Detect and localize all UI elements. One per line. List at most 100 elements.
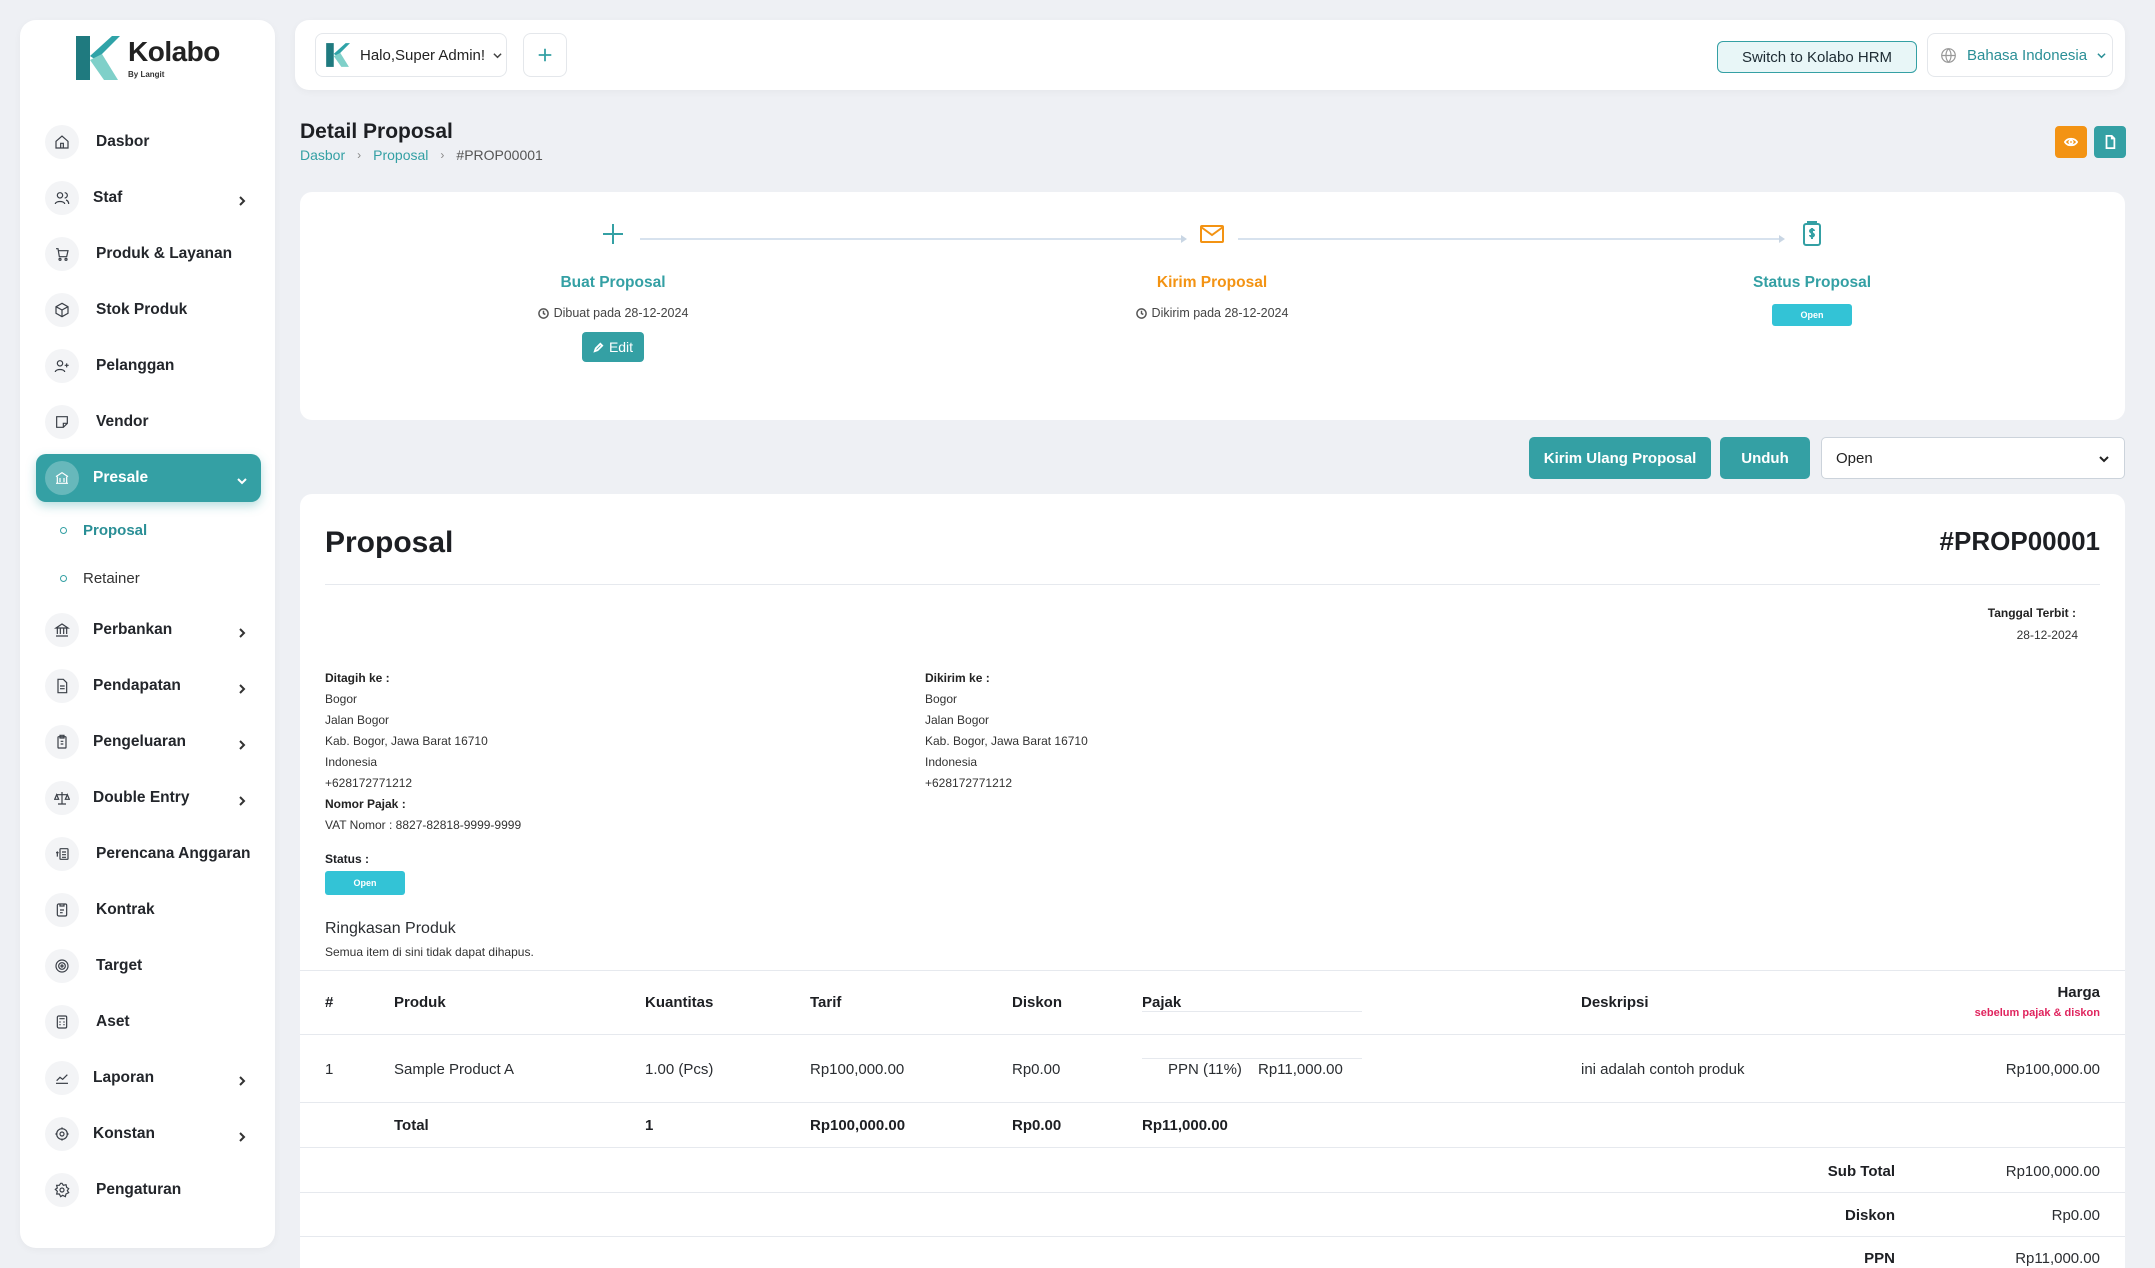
sidebar-item-perbankan[interactable]: Perbankan	[36, 606, 261, 654]
sidebar-item-label: Perencana Anggaran	[96, 845, 251, 862]
shipping-line: Kab. Bogor, Jawa Barat 16710	[925, 734, 1088, 748]
sidebar-item-kontrak[interactable]: Kontrak	[36, 886, 261, 934]
column-header: Diskon	[1012, 994, 1063, 1011]
chevron-down-icon	[493, 52, 502, 58]
shipping-line: Indonesia	[925, 755, 978, 769]
cog-circle-icon	[45, 1117, 79, 1151]
resend-proposal-button[interactable]: Kirim Ulang Proposal	[1529, 437, 1711, 479]
sidebar-subitem-label: Proposal	[83, 521, 148, 539]
sidebar-item-label: Pengeluaran	[93, 733, 187, 750]
sidebar-item-pengeluaran[interactable]: Pengeluaran	[36, 718, 261, 766]
edit-button[interactable]: Edit	[582, 332, 644, 362]
breadcrumb-link-dasbor[interactable]: Dasbor	[300, 147, 345, 163]
plus-icon	[538, 48, 552, 62]
brand-sub: By Langit	[128, 69, 165, 79]
column-header: Tarif	[810, 994, 842, 1011]
total-rate: Rp100,000.00	[810, 1117, 906, 1134]
sidebar-item-label: Stok Produk	[96, 301, 188, 318]
contract-icon	[45, 893, 79, 927]
sidebar-item-aset[interactable]: Aset	[36, 998, 261, 1046]
home-icon	[45, 125, 79, 159]
file-icon	[2105, 135, 2116, 149]
clipboard-dollar-icon	[1798, 220, 1826, 248]
box-icon	[45, 293, 79, 327]
cell-description: ini adalah contoh produk	[1581, 1061, 1745, 1078]
sidebar-item-produk-layanan[interactable]: Produk & Layanan	[36, 230, 261, 278]
status-select-value: Open	[1836, 449, 1873, 467]
sidebar-item-label: Laporan	[93, 1069, 155, 1086]
chevron-right-icon	[237, 681, 247, 694]
document-button[interactable]	[2094, 126, 2126, 158]
sidebar-item-laporan[interactable]: Laporan	[36, 1054, 261, 1102]
column-header: Kuantitas	[645, 994, 714, 1011]
kolabo-logo-icon	[76, 36, 120, 80]
chevron-down-icon	[2097, 52, 2106, 58]
chevron-right-icon	[237, 737, 247, 750]
cell-no: 1	[325, 1061, 334, 1078]
sidebar-item-pendapatan[interactable]: Pendapatan	[36, 662, 261, 710]
dot-icon	[60, 526, 67, 534]
clock-icon	[1135, 307, 1147, 319]
sidebar-subitem-proposal[interactable]: Proposal	[36, 510, 261, 550]
step-create: Buat Proposal Dibuat pada 28-12-2024 Edi…	[463, 220, 763, 362]
cell-quantity: 1.00 (Pcs)	[645, 1061, 714, 1078]
status-badge: Open	[1772, 304, 1852, 326]
proposal-title: Proposal	[325, 526, 454, 559]
chevron-right-icon: ›	[357, 148, 362, 162]
chevron-right-icon	[237, 1073, 247, 1086]
proposal-number: #PROP00001	[1939, 526, 2100, 556]
step-subtitle: Dibuat pada 28-12-2024	[463, 306, 763, 320]
column-header: Deskripsi	[1581, 994, 1649, 1011]
sidebar-item-stok-produk[interactable]: Stok Produk	[36, 286, 261, 334]
sidebar-item-label: Pendapatan	[93, 677, 181, 694]
brand-logo[interactable]: Kolabo By Langit	[72, 34, 220, 82]
sidebar-item-pelanggan[interactable]: Pelanggan	[36, 342, 261, 390]
billing-line: Jalan Bogor	[325, 713, 390, 727]
table-divider	[300, 1147, 2125, 1148]
column-header: Produk	[394, 994, 446, 1011]
sidebar-item-pengaturan[interactable]: Pengaturan	[36, 1166, 261, 1214]
sidebar-item-dasbor[interactable]: Dasbor	[36, 118, 261, 166]
building-icon	[45, 461, 79, 495]
sidebar-item-label: Kontrak	[96, 901, 155, 918]
divider	[325, 584, 2100, 585]
sidebar-item-staf[interactable]: Staf	[36, 174, 261, 222]
issue-date-block: Tanggal Terbit : 28-12-2024	[1988, 606, 2078, 642]
file-icon	[45, 669, 79, 703]
discount-value: Rp0.00	[2051, 1207, 2100, 1224]
switch-hrm-button[interactable]: Switch to Kolabo HRM	[1717, 41, 1917, 73]
preview-button[interactable]	[2055, 126, 2087, 158]
sidebar-item-konstan[interactable]: Konstan	[36, 1110, 261, 1158]
clock-icon	[537, 307, 549, 319]
ppn-value: Rp11,000.00	[2015, 1250, 2100, 1267]
product-summary-title: Ringkasan Produk	[325, 920, 456, 937]
step-date: Dibuat pada 28-12-2024	[553, 306, 689, 320]
receipt-icon	[45, 725, 79, 759]
sidebar-item-vendor[interactable]: Vendor	[36, 398, 261, 446]
breadcrumb-link-proposal[interactable]: Proposal	[373, 147, 428, 163]
sidebar-item-perencana-anggaran[interactable]: Perencana Anggaran	[36, 830, 261, 878]
dot-icon	[60, 574, 67, 582]
column-header: #	[325, 994, 334, 1011]
subtotal-label: Sub Total	[1827, 1163, 1895, 1180]
add-button[interactable]	[523, 33, 567, 77]
chevron-down-icon	[237, 473, 247, 485]
billing-line: Bogor	[325, 692, 358, 706]
kolabo-logo-icon	[326, 43, 350, 67]
chevron-right-icon: ›	[440, 148, 445, 162]
sidebar-item-double-entry[interactable]: Double Entry	[36, 774, 261, 822]
download-button[interactable]: Unduh	[1720, 437, 1810, 479]
language-select[interactable]: Bahasa Indonesia	[1927, 33, 2113, 77]
sidebar-item-presale[interactable]: Presale	[36, 454, 261, 502]
sidebar-subitem-retainer[interactable]: Retainer	[36, 558, 261, 598]
step-status: Status Proposal Open	[1662, 220, 1962, 326]
sidebar-item-label: Produk & Layanan	[96, 245, 233, 262]
user-menu-button[interactable]: Halo,Super Admin!	[315, 33, 507, 77]
table-divider	[300, 1102, 2125, 1103]
billing-line: +628172771212	[325, 776, 413, 790]
table-divider	[300, 1192, 2125, 1193]
status-select[interactable]: Open	[1821, 437, 2125, 479]
sidebar-item-label: Pengaturan	[96, 1181, 182, 1198]
scale-icon	[45, 781, 79, 815]
sidebar-item-target[interactable]: Target	[36, 942, 261, 990]
